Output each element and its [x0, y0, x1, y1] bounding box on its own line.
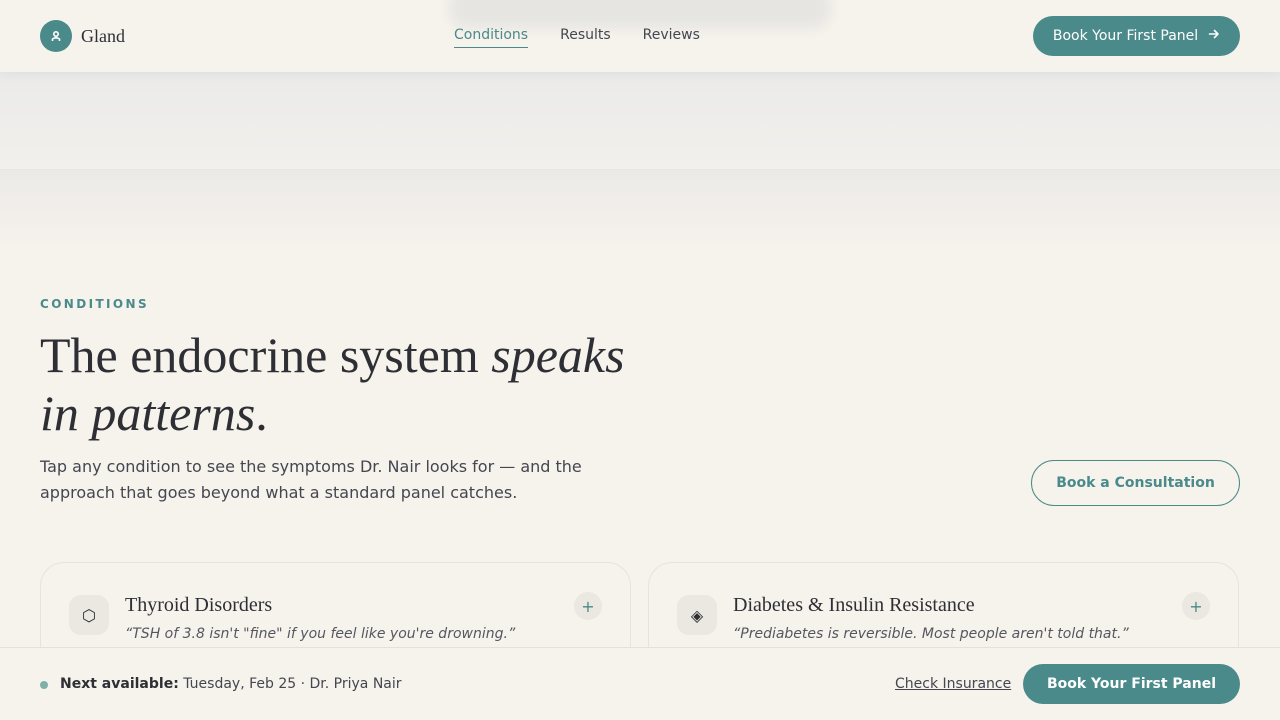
availability-value: Tuesday, Feb 25 · Dr. Priya Nair [183, 676, 402, 692]
arrow-right-icon [1208, 28, 1220, 44]
card-title: Thyroid Disorders [125, 594, 273, 616]
section-headline: The endocrine system speaks in patterns. [40, 326, 660, 442]
headline-plain: The endocrine system [40, 327, 492, 383]
card-quote: “Prediabetes is reversible. Most people … [733, 626, 1129, 642]
section-eyebrow: CONDITIONS [40, 297, 150, 311]
book-first-panel-label: Book Your First Panel [1052, 28, 1199, 44]
brand-mark-icon [40, 20, 72, 52]
book-consultation-button[interactable]: Book a Consultation [1031, 460, 1240, 506]
expand-plus-icon[interactable]: + [574, 592, 602, 620]
hexagon-icon: ⬡ [69, 595, 109, 635]
nav-results[interactable]: Results [560, 27, 611, 48]
brand-name: Gland [81, 25, 125, 46]
sticky-booking-bar: Next available: Tuesday, Feb 25 · Dr. Pr… [0, 647, 1280, 720]
book-first-panel-button[interactable]: Book Your First Panel [1033, 16, 1240, 56]
card-quote: “TSH of 3.8 isn't "fine" if you feel lik… [125, 626, 516, 642]
main-nav: Conditions Results Reviews [454, 27, 732, 48]
expand-plus-icon[interactable]: + [1182, 592, 1210, 620]
availability-text: Next available: Tuesday, Feb 25 · Dr. Pr… [60, 676, 402, 692]
nav-reviews[interactable]: Reviews [643, 27, 700, 48]
check-insurance-link[interactable]: Check Insurance [895, 676, 1011, 692]
header-highlight [450, 0, 830, 28]
book-first-panel-bottom-button[interactable]: Book Your First Panel [1023, 664, 1240, 704]
diamond-icon: ◈ [677, 595, 717, 635]
nav-conditions[interactable]: Conditions [454, 27, 529, 48]
headline-emphasis-2: in patterns [40, 385, 256, 441]
brand-logo[interactable]: Gland [40, 20, 125, 52]
site-header: Gland Conditions Results Reviews Book Yo… [0, 0, 1280, 72]
headline-emphasis-1: speaks [491, 327, 625, 383]
availability-status-dot [40, 681, 48, 689]
availability-label: Next available: [60, 676, 179, 692]
headline-end: . [255, 385, 268, 441]
hero-band [0, 72, 1280, 170]
hero-band-fade [0, 170, 1280, 250]
card-title: Diabetes & Insulin Resistance [733, 594, 975, 616]
section-lede: Tap any condition to see the symptoms Dr… [40, 457, 582, 502]
